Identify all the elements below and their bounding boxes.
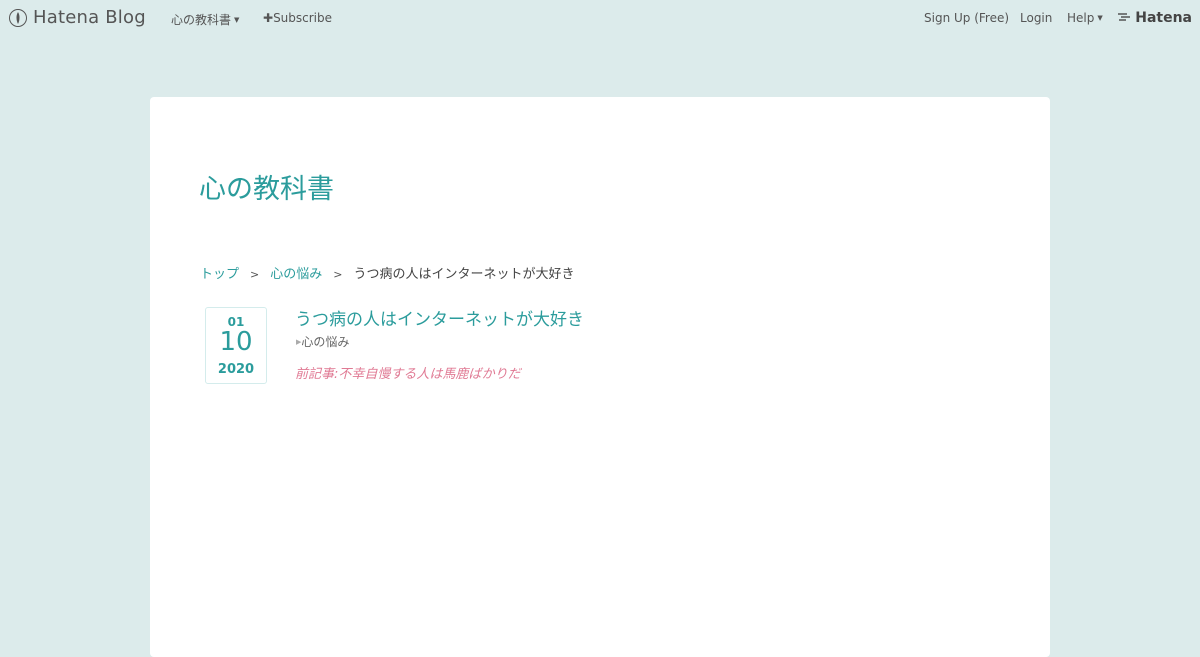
breadcrumb-top-link[interactable]: トップ [200,267,239,282]
breadcrumb-separator: > [250,268,260,281]
hatena-wings-icon [1118,10,1132,26]
category-label: 心の悩み [301,335,350,349]
breadcrumb-separator: > [333,268,343,281]
plus-icon: ✚ [263,11,274,25]
entry-date[interactable]: 01 10 2020 [205,307,267,384]
entry-category-link[interactable]: ▶心の悩み [296,333,349,350]
date-year: 2020 [217,362,255,377]
caret-down-icon: ▼ [1097,14,1103,22]
breadcrumb-current: うつ病の人はインターネットが大好き [353,267,575,282]
previous-entry-link[interactable]: 前記事:不幸自慢する人は馬鹿ばかりだ [295,363,521,382]
subscribe-label: Subscribe [273,11,333,25]
help-label: Help [1067,11,1095,25]
caret-down-icon: ▼ [234,16,240,24]
signup-link[interactable]: Sign Up (Free) [924,11,1009,25]
hatena-brand-label: Hatena [1135,10,1192,26]
help-dropdown[interactable]: Help ▼ [1067,11,1103,25]
global-header: Hatena Blog 心の教科書 ▼ ✚Subscribe Sign Up (F… [0,0,1200,36]
hatena-brand-link[interactable]: Hatena [1118,10,1192,26]
blog-title[interactable]: 心の教科書 [199,167,334,206]
blog-menu-dropdown[interactable]: 心の教科書 ▼ [171,11,239,28]
date-day: 10 [219,327,253,357]
logo-text: Hatena Blog [33,7,146,28]
breadcrumb-category-link[interactable]: 心の悩み [270,267,322,282]
blog-menu-label: 心の教科書 [171,13,232,27]
subscribe-button[interactable]: ✚Subscribe [263,11,332,25]
hatena-logo-icon [9,8,27,27]
breadcrumb: トップ > 心の悩み > うつ病の人はインターネットが大好き [200,263,574,282]
login-link[interactable]: Login [1020,11,1052,25]
main-content: 心の教科書 トップ > 心の悩み > うつ病の人はインターネットが大好き 01 10 2… [150,97,1050,657]
entry-title-link[interactable]: うつ病の人はインターネットが大好き [295,305,584,330]
hatena-blog-logo[interactable]: Hatena Blog [9,7,146,28]
